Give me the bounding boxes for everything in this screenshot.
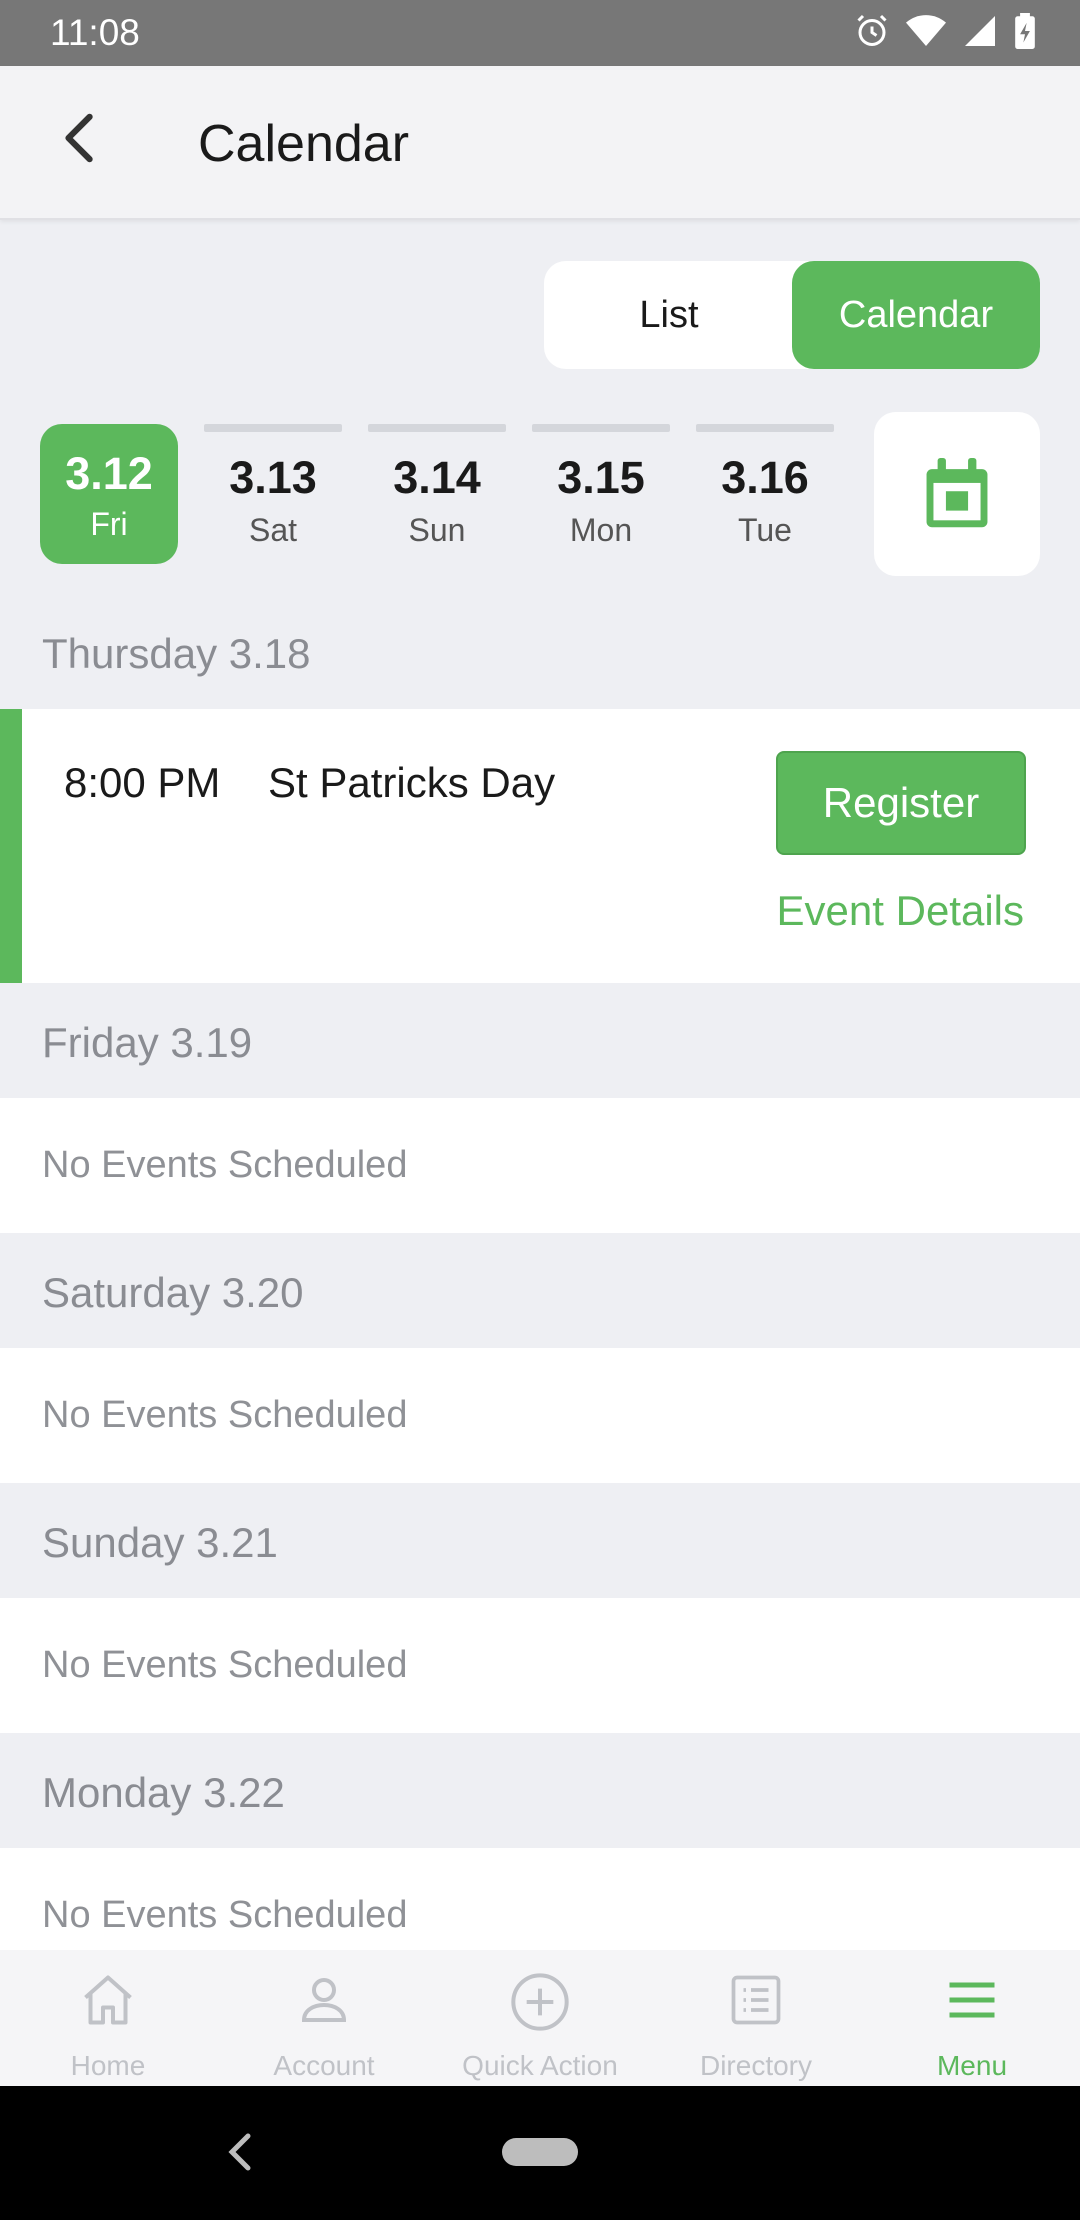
date-weekday: Sun xyxy=(408,512,466,548)
date-chip-bar xyxy=(696,424,834,432)
event-time: 8:00 PM xyxy=(64,759,221,806)
date-strip: 3.12 Fri 3.13 Sat 3.14 Sun 3.15 Mon 3.16… xyxy=(40,424,840,564)
back-button[interactable] xyxy=(48,106,112,170)
date-weekday: Mon xyxy=(569,512,633,548)
nav-menu[interactable]: Menu xyxy=(864,1950,1080,2086)
date-number: 3.15 xyxy=(557,452,645,503)
event-accent-bar xyxy=(0,709,22,983)
day-heading: Thursday 3.18 xyxy=(42,630,311,677)
date-chip[interactable]: 3.16 Tue xyxy=(696,424,834,564)
nav-account[interactable]: Account xyxy=(216,1950,432,2086)
system-back-icon[interactable] xyxy=(226,2132,252,2172)
wifi-icon xyxy=(906,15,946,46)
bottom-nav: Home Account Quick Action Directory Menu xyxy=(0,1950,1080,2086)
no-events-text: No Events Scheduled xyxy=(42,1144,408,1186)
account-icon xyxy=(301,1978,347,2022)
system-home-pill[interactable] xyxy=(502,2138,578,2166)
status-bar: 11:08 xyxy=(0,0,1080,66)
day-heading: Friday 3.19 xyxy=(42,1019,253,1066)
nav-quick-action[interactable]: Quick Action xyxy=(432,1950,648,2086)
menu-icon xyxy=(949,1982,995,2018)
date-chip[interactable]: 3.14 Sun xyxy=(368,424,506,564)
home-icon xyxy=(84,1975,132,2025)
register-button[interactable]: Register xyxy=(776,751,1026,855)
date-weekday: Fri xyxy=(90,506,128,542)
empty-day-row: No Events Scheduled xyxy=(0,1848,1080,1950)
empty-day-row: No Events Scheduled xyxy=(0,1348,1080,1483)
nav-label: Home xyxy=(70,2050,146,2081)
back-arrow-icon xyxy=(65,113,93,163)
day-header: Saturday 3.20 xyxy=(0,1233,1080,1348)
empty-day-row: No Events Scheduled xyxy=(0,1598,1080,1733)
date-weekday: Sat xyxy=(248,512,298,548)
day-heading: Monday 3.22 xyxy=(42,1769,285,1816)
empty-day-row: No Events Scheduled xyxy=(0,1098,1080,1233)
nav-label: Menu xyxy=(936,2050,1008,2081)
event-title: St Patricks Day xyxy=(268,759,556,806)
date-number: 3.13 xyxy=(229,452,317,503)
nav-directory[interactable]: Directory xyxy=(648,1950,864,2086)
nav-label: Directory xyxy=(699,2050,812,2081)
view-toggle: List Calendar xyxy=(544,261,1040,369)
nav-label: Account xyxy=(273,2050,375,2081)
day-header: Thursday 3.18 xyxy=(0,600,1080,709)
system-nav-bar xyxy=(0,2086,1080,2220)
date-chip-bar xyxy=(368,424,506,432)
list-view-button[interactable]: List xyxy=(544,261,794,369)
nav-label: Quick Action xyxy=(462,2050,618,2081)
signal-icon xyxy=(965,16,995,46)
no-events-text: No Events Scheduled xyxy=(42,1644,408,1686)
day-header: Friday 3.19 xyxy=(0,983,1080,1098)
no-events-text: No Events Scheduled xyxy=(42,1394,408,1436)
date-number: 3.14 xyxy=(393,452,481,503)
alarm-icon xyxy=(857,14,887,46)
day-heading: Saturday 3.20 xyxy=(42,1269,304,1316)
date-number: 3.12 xyxy=(65,448,153,499)
no-events-text: No Events Scheduled xyxy=(42,1894,408,1936)
status-time: 11:08 xyxy=(50,12,140,53)
date-chip[interactable]: 3.13 Sat xyxy=(204,424,342,564)
date-chip-selected[interactable]: 3.12 Fri xyxy=(40,424,178,564)
date-chip-bar xyxy=(532,424,670,432)
calendar-view-button[interactable]: Calendar xyxy=(792,261,1040,369)
app-bar: Calendar xyxy=(0,66,1080,220)
plus-circle-icon xyxy=(511,1973,569,2031)
date-chip-bar xyxy=(204,424,342,432)
directory-icon xyxy=(731,1975,781,2025)
calendar-picker-button[interactable] xyxy=(874,412,1040,576)
date-chip[interactable]: 3.15 Mon xyxy=(532,424,670,564)
status-icons xyxy=(854,13,1036,49)
day-header: Sunday 3.21 xyxy=(0,1483,1080,1598)
calendar-icon xyxy=(926,458,988,528)
day-header: Monday 3.22 xyxy=(0,1733,1080,1848)
date-weekday: Tue xyxy=(738,512,792,548)
date-number: 3.16 xyxy=(721,452,809,503)
battery-icon xyxy=(1015,13,1035,49)
day-heading: Sunday 3.21 xyxy=(42,1519,278,1566)
event-details-link[interactable]: Event Details xyxy=(777,887,1024,935)
event-card[interactable]: 8:00 PM St Patricks Day Register Event D… xyxy=(0,709,1080,983)
nav-home[interactable]: Home xyxy=(0,1950,216,2086)
page-title: Calendar xyxy=(198,115,410,173)
